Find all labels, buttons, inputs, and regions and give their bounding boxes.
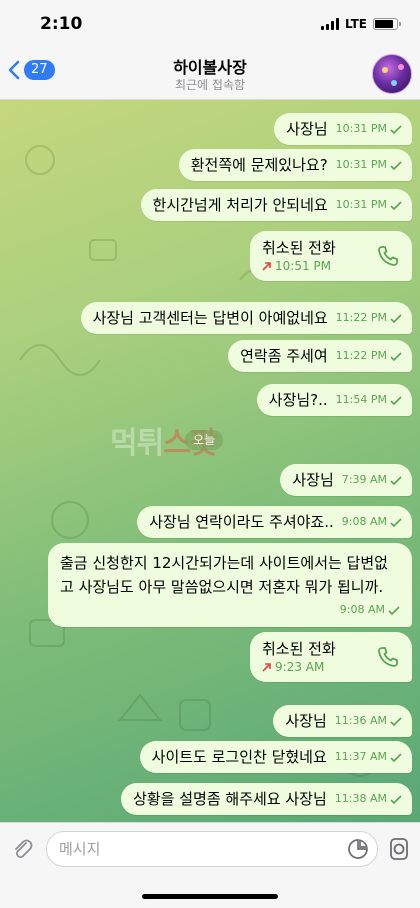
chat-last-seen: 최근에 접속함 bbox=[174, 78, 246, 92]
call-time: 9:23 AM bbox=[275, 660, 325, 674]
message-time: 11:22 PM bbox=[335, 311, 387, 324]
status-bar: 2:10 LTE bbox=[0, 0, 420, 48]
message-time: 11:54 PM bbox=[335, 393, 387, 406]
call-arrow-icon bbox=[262, 663, 271, 672]
message-text: 한시간넘게 처리가 안되네요 bbox=[152, 196, 328, 214]
microphone-icon[interactable] bbox=[388, 836, 410, 862]
message-text: 사장님?.. bbox=[268, 391, 328, 409]
message-bubble[interactable]: 사이트도 로그인찬 닫혔네요 11:37 AM bbox=[139, 741, 412, 773]
call-title: 취소된 전화 bbox=[262, 239, 336, 257]
double-check-icon bbox=[390, 752, 402, 762]
double-check-icon bbox=[388, 605, 400, 615]
message-meta: 11:38 AM bbox=[335, 788, 402, 810]
call-bubble[interactable]: 취소된 전화 10:51 PM bbox=[250, 231, 412, 281]
message-text: 사장님 bbox=[286, 120, 328, 138]
paperclip-icon[interactable] bbox=[10, 837, 34, 861]
message-bubble[interactable]: 출금 신청한지 12시간되가는데 사이트에서는 답변없고 사장님도 아무 말씀없… bbox=[48, 543, 412, 627]
message-time: 11:22 PM bbox=[335, 349, 387, 362]
avatar[interactable] bbox=[372, 54, 412, 94]
double-check-icon bbox=[390, 716, 402, 726]
home-area bbox=[0, 874, 420, 908]
message-text: 연락좀 주세여 bbox=[240, 347, 328, 365]
message-bubble[interactable]: 사장님 11:36 AM bbox=[273, 705, 412, 737]
message-input-bar bbox=[0, 822, 420, 874]
status-indicators: LTE bbox=[320, 17, 401, 31]
phone-icon[interactable] bbox=[376, 645, 400, 669]
message-text: 사이트도 로그인찬 닫혔네요 bbox=[151, 748, 327, 766]
double-check-icon bbox=[390, 160, 402, 170]
double-check-icon bbox=[390, 395, 402, 405]
message-text: 환전쪽에 문제있나요? bbox=[190, 156, 328, 174]
message-bubble[interactable]: 사장님?.. 11:54 PM bbox=[256, 384, 412, 416]
message-text: 사장님 연락이라도 주셔야죠.. bbox=[149, 513, 334, 531]
status-time: 2:10 bbox=[40, 14, 83, 34]
call-arrow-icon bbox=[262, 262, 271, 271]
message-meta: 11:22 PM bbox=[336, 345, 402, 367]
chat-title[interactable]: 하이볼사장 bbox=[0, 54, 420, 78]
double-check-icon bbox=[390, 313, 402, 323]
message-meta: 9:08 AM bbox=[340, 599, 400, 621]
sticker-icon[interactable] bbox=[347, 838, 369, 860]
message-meta: 10:31 PM bbox=[336, 194, 402, 216]
call-title: 취소된 전화 bbox=[262, 640, 336, 658]
message-bubble[interactable]: 사장님 고객센터는 답변이 아예없네요 11:22 PM bbox=[80, 302, 412, 334]
message-text: 상황을 설명좀 해주세요 사장님 bbox=[133, 790, 327, 808]
message-bubble[interactable]: 사장님 연락이라도 주셔야죠.. 9:08 AM bbox=[137, 506, 412, 538]
call-bubble[interactable]: 취소된 전화 9:23 AM bbox=[250, 632, 412, 682]
message-meta: 11:37 AM bbox=[335, 746, 402, 768]
battery-level bbox=[375, 20, 394, 28]
call-time: 10:51 PM bbox=[275, 259, 331, 273]
message-time: 7:39 AM bbox=[341, 473, 387, 486]
message-text: 사장님 고객센터는 답변이 아예없네요 bbox=[92, 309, 328, 327]
message-time: 10:31 PM bbox=[335, 158, 387, 171]
signal-icon bbox=[320, 18, 339, 30]
double-check-icon bbox=[390, 794, 402, 804]
call-meta: 10:51 PM bbox=[262, 259, 331, 273]
message-bubble[interactable]: 상황을 설명좀 해주세요 사장님 11:38 AM bbox=[121, 783, 412, 815]
message-bubble[interactable]: 사장님 10:31 PM bbox=[274, 113, 412, 145]
chat-area[interactable]: 사장님 10:31 PM 환전쪽에 문제있나요? 10:31 PM 한시간넘게 … bbox=[0, 100, 420, 822]
message-meta: 9:08 AM bbox=[342, 511, 402, 533]
message-time: 11:38 AM bbox=[334, 792, 387, 805]
message-input[interactable] bbox=[59, 832, 329, 866]
message-meta: 7:39 AM bbox=[342, 469, 402, 491]
double-check-icon bbox=[390, 124, 402, 134]
double-check-icon bbox=[390, 200, 402, 210]
home-indicator[interactable] bbox=[142, 894, 278, 899]
message-text: 사장님 bbox=[285, 712, 327, 730]
message-bubble[interactable]: 연락좀 주세여 11:22 PM bbox=[228, 340, 412, 372]
double-check-icon bbox=[390, 351, 402, 361]
message-time: 10:31 PM bbox=[335, 198, 387, 211]
double-check-icon bbox=[390, 517, 402, 527]
message-text: 사장님 bbox=[292, 471, 334, 489]
call-meta: 9:23 AM bbox=[262, 660, 324, 674]
message-bubble[interactable]: 한시간넘게 처리가 안되네요 10:31 PM bbox=[140, 189, 412, 221]
message-meta: 10:31 PM bbox=[336, 154, 402, 176]
double-check-icon bbox=[390, 475, 402, 485]
message-meta: 11:36 AM bbox=[335, 710, 402, 732]
message-text: 출금 신청한지 12시간되가는데 사이트에서는 답변없고 사장님도 아무 말씀없… bbox=[60, 554, 388, 596]
message-time: 9:08 AM bbox=[339, 603, 385, 616]
date-divider: 오늘 bbox=[185, 430, 223, 450]
message-time: 11:36 AM bbox=[334, 714, 387, 727]
network-label: LTE bbox=[344, 17, 367, 31]
message-time: 11:37 AM bbox=[334, 750, 387, 763]
message-field[interactable] bbox=[46, 831, 378, 867]
message-time: 10:31 PM bbox=[335, 122, 387, 135]
message-meta: 10:31 PM bbox=[336, 118, 402, 140]
message-bubble[interactable]: 환전쪽에 문제있나요? 10:31 PM bbox=[178, 149, 412, 181]
message-bubble[interactable]: 사장님 7:39 AM bbox=[280, 464, 412, 496]
phone-icon[interactable] bbox=[376, 244, 400, 268]
battery-icon bbox=[373, 18, 401, 30]
message-time: 9:08 AM bbox=[341, 515, 387, 528]
message-meta: 11:54 PM bbox=[336, 389, 402, 411]
chat-header: 27 하이볼사장 최근에 접속함 bbox=[0, 48, 420, 100]
message-meta: 11:22 PM bbox=[336, 307, 402, 329]
